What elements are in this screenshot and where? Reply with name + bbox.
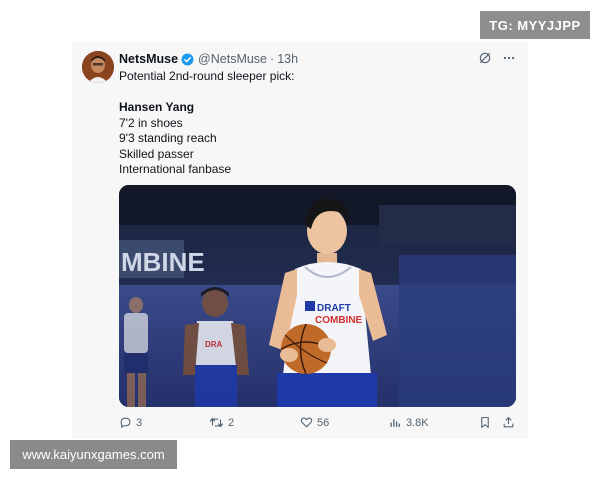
retweet-button[interactable]: 2 xyxy=(209,416,234,429)
views-button[interactable]: 3.8K xyxy=(389,416,429,429)
grok-icon[interactable] xyxy=(478,51,492,65)
tweet-photo[interactable]: MBINE DRA DRAFT COMBINE xyxy=(119,185,516,407)
site-watermark: www.kaiyunxgames.com xyxy=(10,440,177,469)
timestamp[interactable]: 13h xyxy=(277,52,298,66)
tweet-line-height: 7'2 in shoes xyxy=(119,115,183,130)
handle[interactable]: @NetsMuse xyxy=(198,52,267,66)
svg-text:DRA: DRA xyxy=(205,340,223,349)
tweet-header: NetsMuse @NetsMuse · 13h xyxy=(119,52,298,66)
verified-badge-icon xyxy=(181,53,194,65)
jersey-text-draft: DRAFT xyxy=(317,303,351,314)
share-button[interactable] xyxy=(502,416,515,429)
share-icon xyxy=(503,417,514,428)
telegram-badge: TG: MYYJJPP xyxy=(480,11,590,39)
like-icon xyxy=(300,417,313,428)
tweet-line-player-name: Hansen Yang xyxy=(119,100,195,114)
jersey-text-combine: COMBINE xyxy=(315,315,363,326)
reply-button[interactable]: 3 xyxy=(119,416,142,429)
bookmark-icon xyxy=(481,417,489,428)
display-name[interactable]: NetsMuse xyxy=(119,52,178,66)
tweet-card[interactable]: NetsMuse @NetsMuse · 13h Potential 2nd-r… xyxy=(72,42,528,439)
tweet-line-reach: 9'3 standing reach xyxy=(119,131,217,145)
dot-separator: · xyxy=(270,52,275,66)
like-count: 56 xyxy=(317,416,330,429)
like-button[interactable]: 56 xyxy=(300,416,329,429)
tweet-text: Potential 2nd-round sleeper pick: Hansen… xyxy=(119,69,294,178)
retweet-count: 2 xyxy=(228,416,235,429)
avatar[interactable] xyxy=(82,51,114,83)
reply-count: 3 xyxy=(136,416,143,429)
tweet-line-fanbase: International fanbase xyxy=(119,162,232,176)
more-icon[interactable] xyxy=(502,51,516,65)
bookmark-button[interactable] xyxy=(479,416,491,429)
views-count: 3.8K xyxy=(406,416,429,429)
reply-icon xyxy=(120,417,131,428)
banner-text: MBINE xyxy=(121,247,205,277)
tweet-line-intro: Potential 2nd-round sleeper pick: xyxy=(119,69,295,83)
tweet-actions: 3 2 56 3.8K xyxy=(119,416,516,434)
retweet-icon xyxy=(209,417,224,428)
views-icon xyxy=(390,419,400,427)
tweet-line-passer: Skilled passer xyxy=(119,146,194,161)
